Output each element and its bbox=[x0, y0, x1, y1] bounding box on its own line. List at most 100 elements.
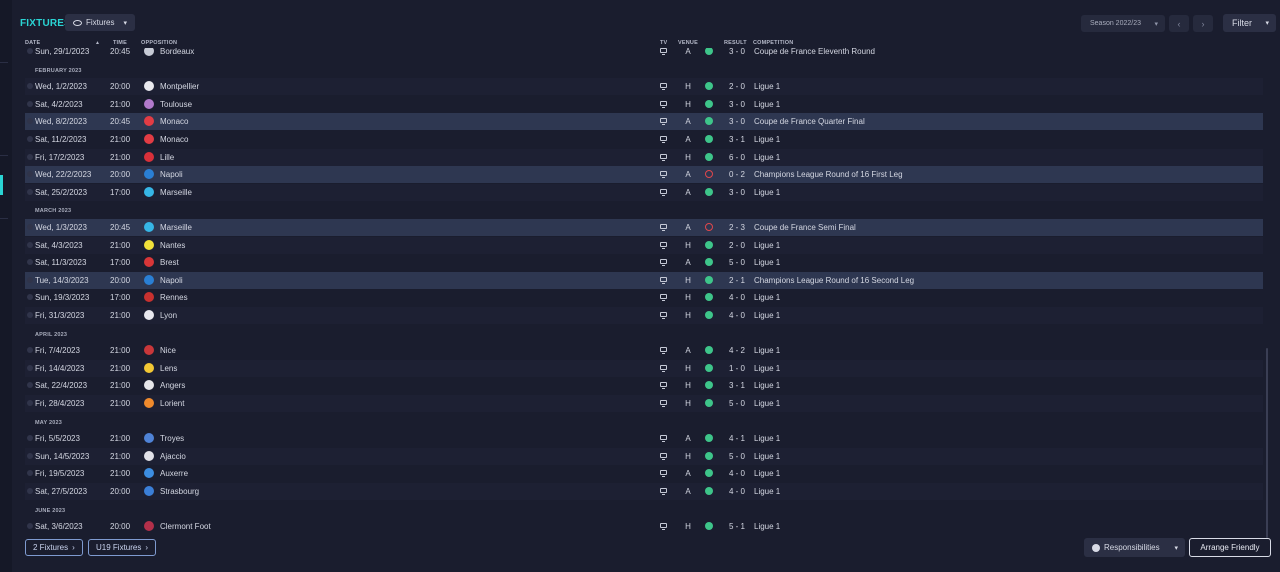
competition-name[interactable]: Ligue 1 bbox=[754, 153, 780, 162]
fixture-row[interactable]: Sun, 29/1/2023 20:45 Bordeaux A 3 - 0 Coupe d… bbox=[25, 48, 1263, 60]
fixture-row[interactable]: Fri, 17/2/2023 21:00 Lille H 6 - 0 Ligue 1 bbox=[25, 148, 1263, 166]
opposition-name[interactable]: Angers bbox=[160, 381, 185, 390]
opposition-name[interactable]: Lorient bbox=[160, 399, 184, 408]
result-score: 4 - 2 bbox=[728, 346, 745, 356]
fixture-row[interactable]: Fri, 14/4/2023 21:00 Lens H 1 - 0 Ligue 1 bbox=[25, 359, 1263, 377]
fixture-row[interactable]: Wed, 8/2/2023 20:45 Monaco A 3 - 0 Coupe de F… bbox=[25, 113, 1263, 131]
fixture-row[interactable]: Wed, 1/3/2023 20:45 Marseille A 2 - 3 Coupe d… bbox=[25, 219, 1263, 236]
opposition-name[interactable]: Napoli bbox=[160, 276, 183, 285]
column-header-time[interactable]: TIME bbox=[113, 40, 127, 46]
opposition-name[interactable]: Auxerre bbox=[160, 469, 188, 478]
fixture-row[interactable]: Sat, 3/6/2023 20:00 Clermont Foot H 5 - 1 Lig… bbox=[25, 518, 1263, 535]
fixture-row[interactable]: Sat, 11/3/2023 17:00 Brest A 5 - 0 Ligue 1 bbox=[25, 254, 1263, 271]
opposition-name[interactable]: Napoli bbox=[160, 170, 183, 179]
column-header-venue[interactable]: VENUE bbox=[678, 40, 698, 46]
arrange-friendly-button[interactable]: Arrange Friendly bbox=[1189, 538, 1271, 557]
fixture-row[interactable]: Fri, 7/4/2023 21:00 Nice A 4 - 2 Ligue 1 bbox=[25, 342, 1263, 359]
opposition-name[interactable]: Nantes bbox=[160, 241, 185, 250]
competition-name[interactable]: Ligue 1 bbox=[754, 522, 780, 531]
fixture-row[interactable]: Fri, 5/5/2023 21:00 Troyes A 4 - 1 Ligue 1 bbox=[25, 430, 1263, 447]
fixture-row[interactable]: Fri, 31/3/2023 21:00 Lyon H 4 - 0 Ligue 1 bbox=[25, 307, 1263, 324]
fixture-date: Fri, 14/4/2023 bbox=[35, 363, 85, 373]
fixture-row[interactable]: Fri, 19/5/2023 21:00 Auxerre A 4 - 0 Ligue 1 bbox=[25, 465, 1263, 482]
fixture-row[interactable]: Wed, 22/2/2023 20:00 Napoli A 0 - 2 Champions… bbox=[25, 166, 1263, 184]
result-score: 2 - 0 bbox=[728, 240, 745, 250]
result-score: 5 - 0 bbox=[728, 451, 745, 461]
competition-name[interactable]: Ligue 1 bbox=[754, 188, 780, 197]
opposition-name[interactable]: Lille bbox=[160, 153, 174, 162]
opposition-name[interactable]: Marseille bbox=[160, 188, 192, 197]
column-header-date[interactable]: DATE bbox=[25, 40, 40, 46]
column-header-opposition[interactable]: OPPOSITION bbox=[141, 40, 177, 46]
competition-name[interactable]: Ligue 1 bbox=[754, 399, 780, 408]
competition-name[interactable]: Ligue 1 bbox=[754, 487, 780, 496]
fixture-row[interactable]: Sat, 27/5/2023 20:00 Strasbourg A 4 - 0 Ligue… bbox=[25, 483, 1263, 500]
column-header-tv[interactable]: TV bbox=[660, 40, 667, 46]
competition-name[interactable]: Ligue 1 bbox=[754, 364, 780, 373]
opposition-name[interactable]: Ajaccio bbox=[160, 452, 186, 461]
scrollbar[interactable] bbox=[1266, 348, 1268, 538]
opposition-name[interactable]: Monaco bbox=[160, 117, 188, 126]
u19-fixtures-button[interactable]: U19 Fixtures › bbox=[88, 539, 157, 556]
competition-name[interactable]: Ligue 1 bbox=[754, 241, 780, 250]
opposition-name[interactable]: Montpellier bbox=[160, 82, 199, 91]
opposition-name[interactable]: Lens bbox=[160, 364, 177, 373]
opposition-name[interactable]: Clermont Foot bbox=[160, 522, 211, 531]
opposition-name[interactable]: Bordeaux bbox=[160, 48, 194, 56]
competition-name[interactable]: Ligue 1 bbox=[754, 434, 780, 443]
fixture-row[interactable]: Sat, 4/3/2023 21:00 Nantes H 2 - 0 Ligue 1 bbox=[25, 236, 1263, 254]
fixture-row[interactable]: Sun, 14/5/2023 21:00 Ajaccio H 5 - 0 Ligue 1 bbox=[25, 447, 1263, 465]
competition-name[interactable]: Ligue 1 bbox=[754, 346, 780, 355]
fixture-row[interactable]: Sat, 25/2/2023 17:00 Marseille A 3 - 0 Ligue … bbox=[25, 183, 1263, 201]
competition-name[interactable]: Ligue 1 bbox=[754, 452, 780, 461]
opposition-name[interactable]: Brest bbox=[160, 258, 179, 267]
opposition-name[interactable]: Toulouse bbox=[160, 100, 192, 109]
fixture-row[interactable]: Sat, 11/2/2023 21:00 Monaco A 3 - 1 Ligue 1 bbox=[25, 131, 1263, 148]
venue-label: H bbox=[685, 293, 691, 303]
tv-icon bbox=[660, 241, 667, 249]
competition-name[interactable]: Ligue 1 bbox=[754, 135, 780, 144]
fixture-row[interactable]: Fri, 28/4/2023 21:00 Lorient H 5 - 0 Ligue 1 bbox=[25, 395, 1263, 412]
competition-name[interactable]: Coupe de France Quarter Final bbox=[754, 117, 865, 126]
tv-icon bbox=[660, 294, 667, 302]
fixture-row[interactable]: Sat, 22/4/2023 21:00 Angers H 3 - 1 Ligue 1 bbox=[25, 377, 1263, 394]
previous-button[interactable]: ‹ bbox=[1169, 15, 1189, 32]
competition-name[interactable]: Ligue 1 bbox=[754, 293, 780, 302]
filter-button[interactable]: Filter ▾ bbox=[1223, 14, 1276, 32]
opposition-name[interactable]: Strasbourg bbox=[160, 487, 199, 496]
opposition-name[interactable]: Lyon bbox=[160, 311, 177, 320]
fixture-row[interactable]: Wed, 1/2/2023 20:00 Montpellier H 2 - 0 Ligue… bbox=[25, 78, 1263, 96]
fixture-row[interactable]: Sun, 19/3/2023 17:00 Rennes H 4 - 0 Ligue 1 bbox=[25, 289, 1263, 306]
competition-name[interactable]: Champions League Round of 16 Second Leg bbox=[754, 276, 914, 285]
fixture-row[interactable]: Sat, 4/2/2023 21:00 Toulouse H 3 - 0 Ligue 1 bbox=[25, 96, 1263, 113]
next-button[interactable]: › bbox=[1193, 15, 1213, 32]
competition-name[interactable]: Champions League Round of 16 First Leg bbox=[754, 170, 903, 179]
opposition-name[interactable]: Nice bbox=[160, 346, 176, 355]
win-indicator-icon bbox=[705, 399, 713, 407]
competition-name[interactable]: Coupe de France Eleventh Round bbox=[754, 48, 875, 56]
competition-name[interactable]: Coupe de France Semi Final bbox=[754, 223, 856, 232]
competition-name[interactable]: Ligue 1 bbox=[754, 258, 780, 267]
competition-name[interactable]: Ligue 1 bbox=[754, 381, 780, 390]
opposition-name[interactable]: Troyes bbox=[160, 434, 184, 443]
opposition-name[interactable]: Monaco bbox=[160, 135, 188, 144]
club-crest-icon bbox=[144, 116, 154, 127]
opposition-name[interactable]: Rennes bbox=[160, 293, 188, 302]
opposition-name[interactable]: Marseille bbox=[160, 223, 192, 232]
result-score: 3 - 1 bbox=[728, 135, 745, 144]
fixture-row[interactable]: Tue, 14/3/2023 20:00 Napoli H 2 - 1 Champions… bbox=[25, 271, 1263, 289]
competition-name[interactable]: Ligue 1 bbox=[754, 311, 780, 320]
column-header-competition[interactable]: COMPETITION bbox=[753, 40, 793, 46]
competition-name[interactable]: Ligue 1 bbox=[754, 82, 780, 91]
competition-name[interactable]: Ligue 1 bbox=[754, 100, 780, 109]
result-score: 5 - 0 bbox=[728, 399, 745, 408]
competition-name[interactable]: Ligue 1 bbox=[754, 469, 780, 478]
win-indicator-icon bbox=[705, 187, 713, 196]
fixture-time: 20:45 bbox=[110, 48, 131, 56]
fixtures-count-button[interactable]: 2 Fixtures › bbox=[25, 539, 83, 556]
result-score: 3 - 0 bbox=[728, 117, 745, 127]
view-dropdown[interactable]: Fixtures ▾ bbox=[65, 14, 135, 31]
season-dropdown[interactable]: Season 2022/23 ▾ bbox=[1081, 15, 1165, 32]
column-header-result[interactable]: RESULT bbox=[724, 40, 747, 46]
responsibilities-button[interactable]: Responsibilities ▾ bbox=[1084, 538, 1185, 557]
